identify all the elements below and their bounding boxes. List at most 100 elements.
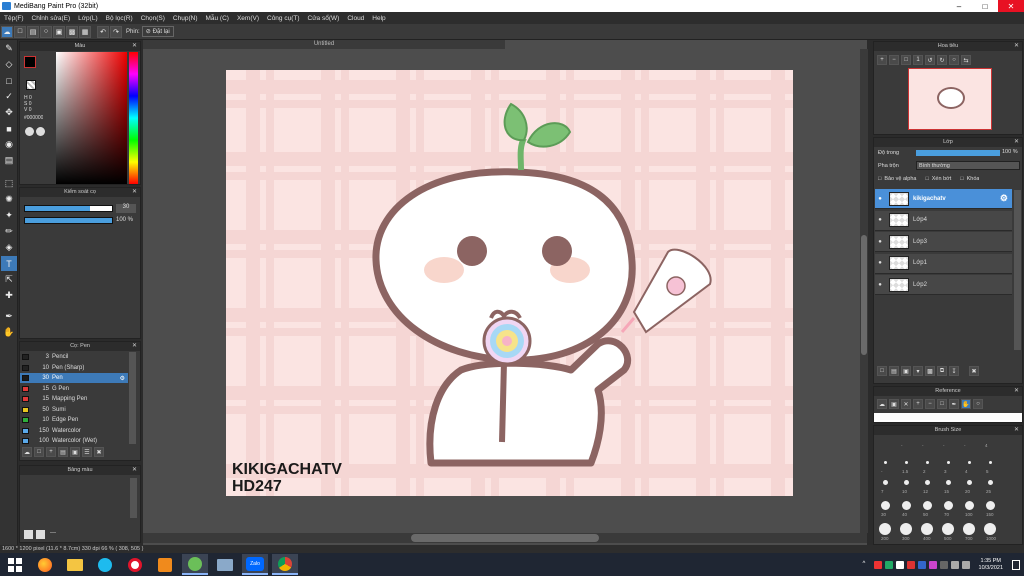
brush-size-preset[interactable]: [981, 475, 999, 489]
select-pen-tool-icon[interactable]: ✏: [1, 224, 17, 239]
start-button[interactable]: [2, 554, 28, 575]
brush-size-preset[interactable]: [918, 455, 936, 469]
brush-size-preset[interactable]: [959, 440, 977, 454]
menu-template[interactable]: Mẫu (C): [201, 15, 232, 22]
reset-ref-icon[interactable]: ○: [973, 399, 983, 409]
foreground-color[interactable]: [24, 56, 36, 68]
brush-size-preset[interactable]: [876, 455, 894, 469]
brush-size-preset[interactable]: [960, 522, 978, 536]
taskbar-app[interactable]: [212, 554, 238, 575]
blend-mode-select[interactable]: Bình thường: [916, 161, 1020, 170]
brush-size-preset[interactable]: [981, 522, 999, 536]
menu-tools[interactable]: Công cụ(T): [263, 15, 304, 22]
protect-alpha-checkbox[interactable]: □: [878, 176, 881, 182]
panel-close-icon[interactable]: ✕: [1014, 426, 1019, 435]
menu-file[interactable]: Tệp(F): [0, 15, 28, 22]
brush-size-preset[interactable]: [960, 475, 978, 489]
brush-item[interactable]: 10 Pen (Sharp): [20, 363, 128, 373]
tray-chevron-icon[interactable]: ^: [863, 561, 871, 569]
reset-icon[interactable]: ○: [949, 55, 959, 65]
menu-edit[interactable]: Chỉnh sửa(E): [28, 15, 75, 22]
duplicate-layer-icon[interactable]: ⧉: [937, 366, 947, 376]
menu-cloud[interactable]: Cloud: [343, 15, 368, 22]
brush-size-preset[interactable]: [980, 440, 998, 454]
volume-icon[interactable]: [961, 560, 970, 569]
layer-row[interactable]: ● Lớp4: [875, 210, 1012, 231]
zoom-in-ref-icon[interactable]: +: [913, 399, 923, 409]
brush-item[interactable]: 100 Watercolor (Wet): [20, 436, 128, 446]
hand-tool-icon[interactable]: ✋: [1, 325, 17, 340]
brush-size-preset[interactable]: [938, 440, 956, 454]
tray-app4-icon[interactable]: [906, 560, 915, 569]
navigator-preview[interactable]: [908, 68, 992, 130]
lock-checkbox[interactable]: □: [960, 176, 963, 182]
fit-icon[interactable]: □: [901, 55, 911, 65]
shape-tool-icon[interactable]: □: [1, 73, 17, 88]
vertical-scrollbar[interactable]: [860, 49, 868, 533]
menu-help[interactable]: Help: [368, 15, 389, 22]
folder-brush-icon[interactable]: ▣: [70, 447, 80, 457]
panel-close-icon[interactable]: ✕: [132, 466, 137, 475]
brush-size-preset[interactable]: [939, 522, 957, 536]
hue-slider[interactable]: [129, 52, 138, 184]
clock[interactable]: 1:35 PM 10/3/2021: [979, 558, 1003, 572]
panel-close-icon[interactable]: ✕: [1014, 42, 1019, 51]
brush-size-preset[interactable]: [960, 498, 978, 512]
swatch-scrollbar[interactable]: [130, 478, 137, 518]
menu-select[interactable]: Chọn(S): [137, 15, 169, 22]
notifications-icon[interactable]: [1012, 559, 1020, 570]
brush-size-preset[interactable]: [981, 455, 999, 469]
new-layer-1bit-icon[interactable]: ▣: [901, 366, 911, 376]
clipping-checkbox[interactable]: □: [925, 176, 928, 182]
zoom-out-ref-icon[interactable]: −: [925, 399, 935, 409]
layer-visibility-icon[interactable]: ●: [875, 217, 885, 223]
maximize-button[interactable]: □: [972, 0, 998, 12]
actual-size-icon[interactable]: 1: [913, 55, 923, 65]
brush-size-preset[interactable]: [876, 498, 894, 512]
brush-item[interactable]: 3 Pencil: [20, 352, 128, 362]
network-icon[interactable]: [950, 560, 959, 569]
delete-brush-icon[interactable]: ✖: [94, 447, 104, 457]
close-reference-icon[interactable]: ✕: [901, 399, 911, 409]
copy-brush-icon[interactable]: ▤: [58, 447, 68, 457]
brush-size-preset[interactable]: [896, 440, 914, 454]
layer-row[interactable]: ● Lớp2: [875, 275, 1012, 295]
menu-view[interactable]: Xem(V): [233, 15, 263, 22]
close-button[interactable]: ✕: [998, 0, 1024, 12]
brush-size-preset[interactable]: [918, 475, 936, 489]
menu-filter[interactable]: Bộ lọc(R): [102, 15, 137, 22]
merge-down-icon[interactable]: ↧: [949, 366, 959, 376]
brush-size-preset[interactable]: [939, 475, 957, 489]
brush-size-value[interactable]: 30: [116, 204, 136, 213]
brush-item[interactable]: 10 Edge Pen: [20, 415, 128, 425]
layer-row[interactable]: ● Lớp1: [875, 253, 1012, 274]
layer-visibility-icon[interactable]: ●: [875, 260, 885, 266]
zoom-out-icon[interactable]: −: [889, 55, 899, 65]
eraser-tool-icon[interactable]: ◇: [1, 57, 17, 72]
horizontal-scrollbar[interactable]: [143, 533, 867, 543]
taskbar-media[interactable]: [152, 554, 178, 575]
taskbar-firefox[interactable]: [32, 554, 58, 575]
antialias-toggle[interactable]: ⊘ Đặt lại: [141, 26, 174, 37]
new-brush-icon[interactable]: □: [34, 447, 44, 457]
list-brush-icon[interactable]: ☰: [82, 447, 92, 457]
menu-snap[interactable]: Chụp(N): [169, 15, 202, 22]
brush-tool-icon[interactable]: ✎: [1, 41, 17, 56]
layer-visibility-icon[interactable]: ●: [875, 196, 885, 202]
cloud-reference-icon[interactable]: ☁: [877, 399, 887, 409]
cloud-icon[interactable]: ☁: [1, 25, 13, 38]
taskbar-explorer[interactable]: [62, 554, 88, 575]
palette-icon-2[interactable]: [36, 127, 45, 136]
brush-size-preset[interactable]: [939, 455, 957, 469]
brush-settings-icon[interactable]: ⚙: [120, 375, 128, 382]
brush-size-preset[interactable]: [876, 522, 894, 536]
panel-close-icon[interactable]: ✕: [132, 42, 137, 51]
tray-app3-icon[interactable]: [895, 560, 904, 569]
brush-size-preset[interactable]: [918, 498, 936, 512]
color-field[interactable]: [56, 52, 127, 184]
tray-app1-icon[interactable]: [873, 560, 882, 569]
open-file-icon[interactable]: ▤: [27, 25, 39, 38]
layer-row[interactable]: ● kikigachatv ⚙: [875, 189, 1012, 209]
delete-swatch-icon[interactable]: [36, 530, 45, 539]
brush-size-preset[interactable]: [897, 475, 915, 489]
